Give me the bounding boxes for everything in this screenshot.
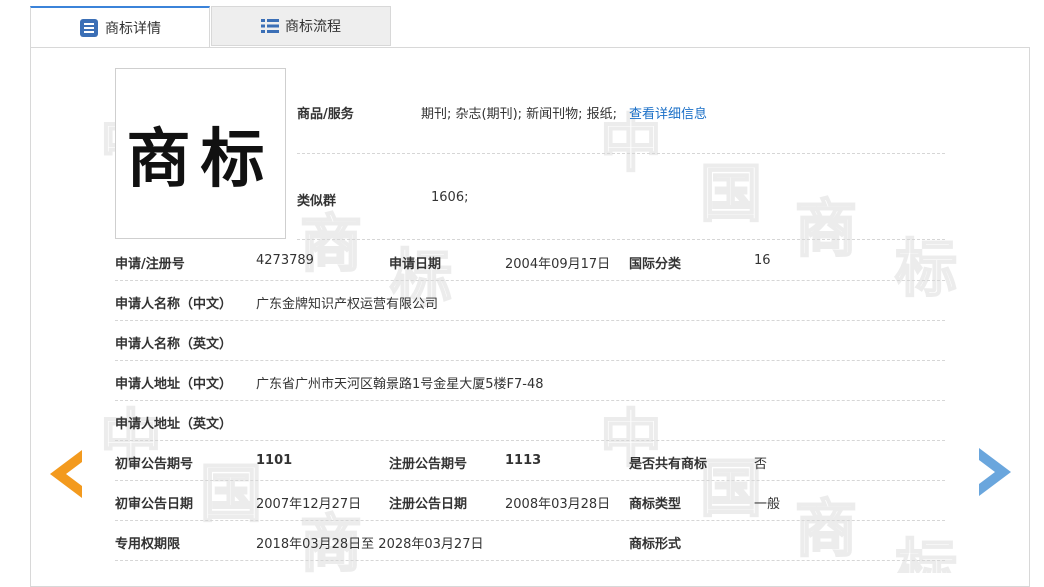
tab-label: 商标流程	[285, 19, 341, 35]
goods-services-label: 商品/服务	[297, 107, 354, 122]
reg-no-value: 4273789	[256, 253, 314, 268]
tm-form-label: 商标形式	[629, 537, 682, 552]
shared-value: 否	[754, 457, 768, 472]
divider	[115, 440, 945, 441]
apply-date-label: 申请日期	[389, 257, 442, 272]
tab-bar: 商标详情 商标流程	[30, 6, 392, 48]
prelim-issue-label: 初审公告期号	[115, 457, 194, 472]
intl-class-value: 16	[754, 253, 771, 268]
address-cn-label: 申请人地址（中文）	[115, 377, 233, 392]
applicant-en-label: 申请人名称（英文）	[115, 337, 233, 352]
prelim-date-value: 2007年12月27日	[256, 497, 362, 512]
divider	[115, 320, 945, 321]
tab-trademark-details[interactable]: 商标详情	[30, 6, 210, 48]
reg-no-label: 申请/注册号	[115, 257, 185, 272]
intl-class-label: 国际分类	[629, 257, 682, 272]
reg-issue-label: 注册公告期号	[389, 457, 468, 472]
divider	[115, 360, 945, 361]
similar-group-label: 类似群	[297, 194, 337, 209]
reg-date-label: 注册公告日期	[389, 497, 468, 512]
list-icon	[261, 18, 279, 34]
similar-group-value: 1606;	[431, 190, 469, 205]
divider	[297, 153, 945, 154]
exclusive-period-value: 2018年03月28日至 2028年03月27日	[256, 537, 484, 552]
next-arrow-icon[interactable]	[977, 448, 1011, 500]
goods-services-value: 期刊; 杂志(期刊); 新闻刊物; 报纸;	[421, 107, 618, 122]
divider	[297, 239, 945, 240]
divider	[115, 520, 945, 521]
address-cn-value: 广东省广州市天河区翰景路1号金星大厦5楼F7-48	[256, 377, 544, 392]
reg-date-value: 2008年03月28日	[505, 497, 611, 512]
address-en-label: 申请人地址（英文）	[115, 417, 233, 432]
divider	[115, 400, 945, 401]
applicant-cn-label: 申请人名称（中文）	[115, 297, 233, 312]
divider	[115, 560, 945, 561]
reg-issue-value: 1113	[505, 453, 542, 468]
tm-type-value: 一般	[754, 497, 781, 512]
prelim-date-label: 初审公告日期	[115, 497, 194, 512]
exclusive-period-label: 专用权期限	[115, 537, 181, 552]
trademark-image-text: 商标	[126, 121, 275, 197]
tab-label: 商标详情	[105, 20, 161, 37]
tm-type-label: 商标类型	[629, 497, 682, 512]
tab-trademark-process[interactable]: 商标流程	[211, 6, 391, 46]
divider	[115, 280, 945, 281]
divider	[115, 480, 945, 481]
view-details-link[interactable]: 查看详细信息	[629, 103, 707, 122]
list-box-icon	[79, 18, 99, 38]
shared-label: 是否共有商标	[629, 457, 708, 472]
applicant-cn-value: 广东金牌知识产权运营有限公司	[256, 297, 439, 312]
trademark-image[interactable]: 商标	[115, 68, 286, 239]
apply-date-value: 2004年09月17日	[505, 257, 611, 272]
previous-arrow-icon[interactable]	[50, 450, 84, 502]
prelim-issue-value: 1101	[256, 453, 293, 468]
